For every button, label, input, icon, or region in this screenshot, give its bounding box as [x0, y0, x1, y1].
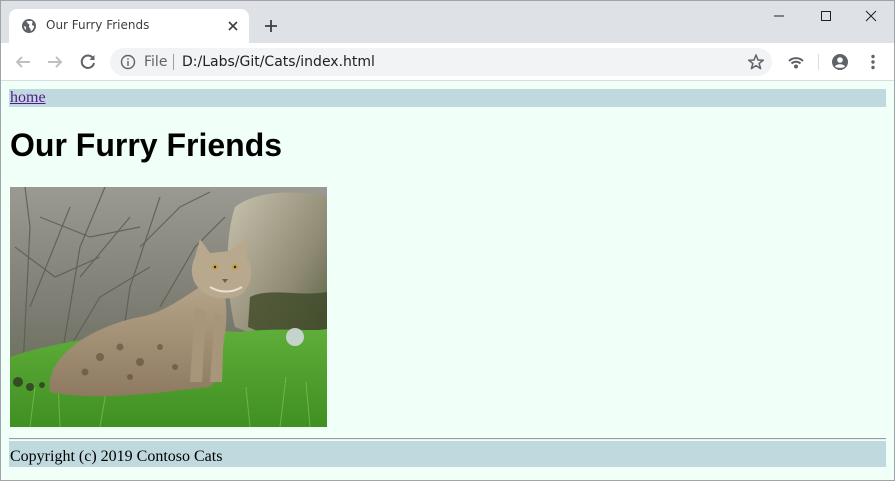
window-close-icon[interactable] [863, 8, 879, 24]
globe-icon [22, 19, 36, 33]
star-icon[interactable] [747, 53, 765, 71]
reload-icon[interactable] [79, 53, 97, 71]
plus-icon[interactable] [263, 18, 279, 34]
horizontal-rule [9, 438, 886, 440]
url-text[interactable]: D:/Labs/Git/Cats/index.html [182, 54, 375, 70]
minimize-icon[interactable] [771, 8, 787, 24]
copyright-text: Copyright (c) 2019 Contoso Cats [10, 448, 223, 465]
account-icon[interactable] [831, 53, 849, 71]
toolbar-divider [818, 54, 819, 70]
address-bar[interactable]: File D:/Labs/Git/Cats/index.html [110, 48, 772, 76]
cast-icon[interactable] [787, 53, 805, 71]
scheme-label: File [144, 54, 168, 70]
page-title: Our Furry Friends [10, 127, 283, 163]
kebab-menu-icon[interactable] [864, 53, 882, 71]
arrow-left-icon[interactable] [14, 53, 32, 71]
browser-window: Our Furry Friends File D:/Labs/Git/Cats/… [0, 0, 895, 481]
arrow-right-icon[interactable] [46, 53, 64, 71]
bobcat-photo [10, 187, 327, 427]
page-viewport: home Our Furry Friends Copyright (c) 201… [1, 81, 894, 480]
home-link[interactable]: home [10, 89, 46, 107]
browser-toolbar: File D:/Labs/Git/Cats/index.html [1, 43, 894, 81]
address-divider [173, 54, 174, 70]
info-icon[interactable] [120, 54, 136, 70]
tab-strip: Our Furry Friends [1, 1, 894, 43]
tab-our-furry-friends[interactable]: Our Furry Friends [9, 9, 249, 43]
tab-title: Our Furry Friends [46, 18, 150, 32]
footer: Copyright (c) 2019 Contoso Cats [9, 441, 886, 467]
maximize-icon[interactable] [818, 8, 834, 24]
close-icon[interactable] [226, 19, 240, 33]
nav-bar: home [9, 89, 886, 107]
